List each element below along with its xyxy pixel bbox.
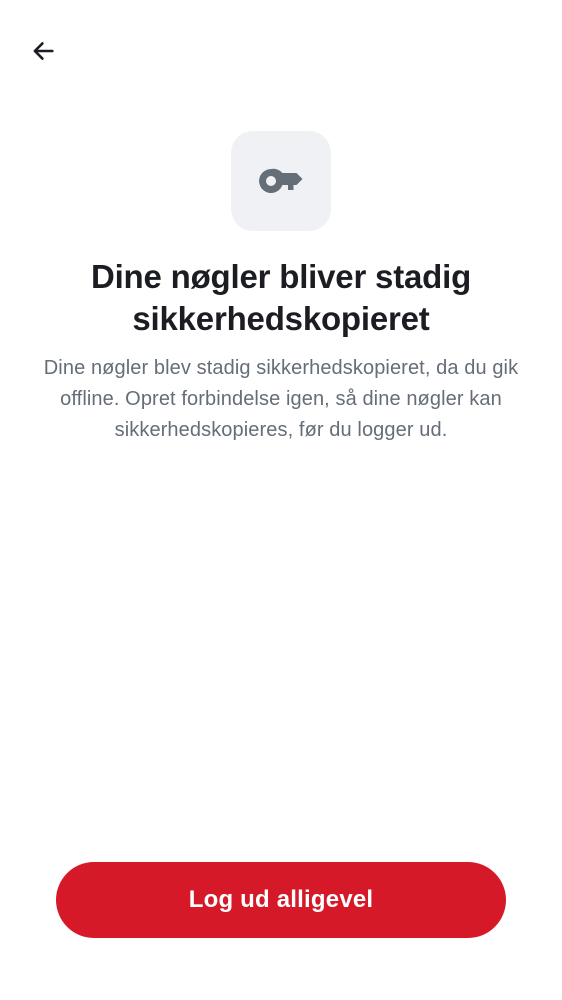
page-description: Dine nøgler blev stadig sikkerhedskopier…: [43, 357, 519, 441]
logout-anyway-button[interactable]: Log ud alligevel: [56, 862, 506, 938]
page-title: Dine nøgler bliver stadig sikkerhedskopi…: [90, 258, 472, 337]
key-icon: [258, 168, 304, 194]
arrow-left-icon: [29, 37, 57, 65]
back-button[interactable]: [22, 30, 64, 72]
key-icon-tile: [231, 131, 331, 231]
